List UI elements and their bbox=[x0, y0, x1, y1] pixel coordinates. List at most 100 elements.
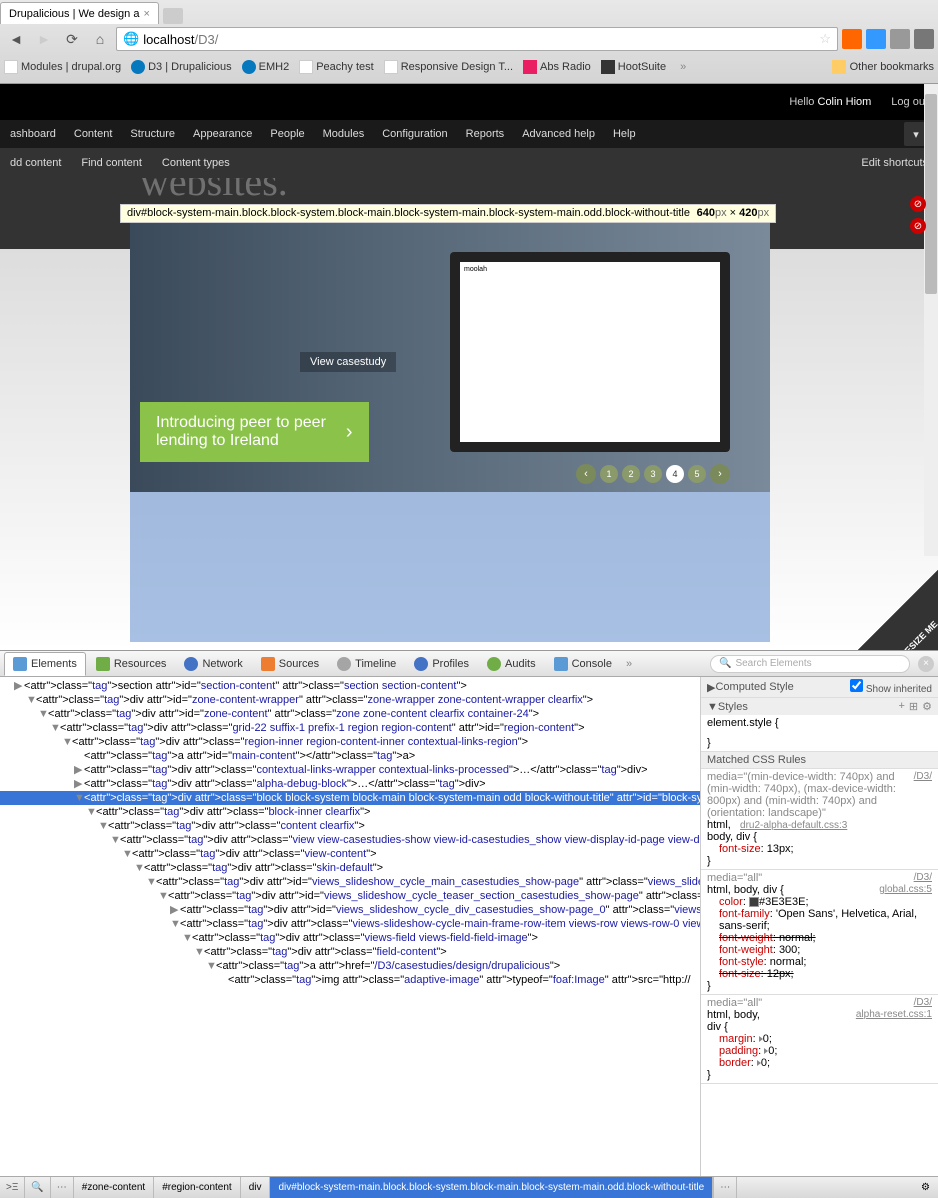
dom-node[interactable]: ▼<attr">class="tag">div attr">class="gri… bbox=[0, 721, 700, 735]
toggle-icon[interactable]: ⊞ bbox=[909, 700, 918, 713]
menu-dashboard[interactable]: ashboard bbox=[10, 128, 56, 140]
dom-node[interactable]: <attr">class="tag">a attr">id="main-cont… bbox=[0, 749, 700, 763]
tab-audits[interactable]: Audits bbox=[479, 653, 544, 675]
submenu-find-content[interactable]: Find content bbox=[81, 157, 142, 169]
tab-elements[interactable]: Elements bbox=[4, 652, 86, 676]
dom-node[interactable]: ▼<attr">class="tag">div attr">id="zone-c… bbox=[0, 707, 700, 721]
breadcrumb[interactable]: #region-content bbox=[154, 1177, 241, 1198]
pager-3[interactable]: 3 bbox=[644, 465, 662, 483]
dom-node[interactable]: ▼<attr">class="tag">div attr">class="con… bbox=[0, 819, 700, 833]
dom-node[interactable]: ▶<attr">class="tag">div attr">class="con… bbox=[0, 763, 700, 777]
pager-2[interactable]: 2 bbox=[622, 465, 640, 483]
dom-node[interactable]: ▶<attr">class="tag">div attr">id="views_… bbox=[0, 903, 700, 917]
dom-node[interactable]: ▼<attr">class="tag">div attr">class="blo… bbox=[0, 805, 700, 819]
other-bookmarks[interactable]: Other bookmarks bbox=[832, 60, 934, 74]
menu-modules[interactable]: Modules bbox=[323, 128, 365, 140]
pager-5[interactable]: 5 bbox=[688, 465, 706, 483]
ext-icon[interactable] bbox=[866, 29, 886, 49]
bookmark[interactable]: Responsive Design T... bbox=[384, 60, 513, 74]
pager-4[interactable]: 4 bbox=[666, 465, 684, 483]
dom-node[interactable]: ▼<attr">class="tag">div attr">class="vie… bbox=[0, 833, 700, 847]
star-icon[interactable]: ☆ bbox=[819, 31, 831, 47]
tab-resources[interactable]: Resources bbox=[88, 653, 175, 675]
dom-node[interactable]: ▼<attr">class="tag">div attr">class="reg… bbox=[0, 735, 700, 749]
bookmark[interactable]: D3 | Drupalicious bbox=[131, 60, 232, 74]
bookmark[interactable]: EMH2 bbox=[242, 60, 290, 74]
menu-help[interactable]: Help bbox=[613, 128, 636, 140]
menu-reports[interactable]: Reports bbox=[466, 128, 505, 140]
browser-tab[interactable]: Drupalicious | We design a × bbox=[0, 2, 159, 24]
back-button[interactable]: ◄ bbox=[4, 27, 28, 51]
breadcrumb[interactable]: #zone-content bbox=[74, 1177, 154, 1198]
styles-pane[interactable]: ▶ Computed Style Show inherited ▼ Styles… bbox=[700, 677, 938, 1176]
dom-node[interactable]: ▶<attr">class="tag">div attr">class="alp… bbox=[0, 777, 700, 791]
more-icon[interactable]: ⋯ bbox=[51, 1177, 74, 1198]
search-input[interactable]: 🔍 Search Elements bbox=[710, 655, 910, 673]
menu-structure[interactable]: Structure bbox=[130, 128, 175, 140]
styles-header[interactable]: ▼ Styles+⊞⚙ bbox=[701, 698, 938, 715]
more-icon[interactable]: ⋯ bbox=[713, 1177, 737, 1198]
tab-console[interactable]: Console bbox=[546, 653, 620, 675]
gear-icon[interactable]: ⚙ bbox=[913, 1182, 938, 1193]
pager-next[interactable]: › bbox=[710, 464, 730, 484]
dom-tree[interactable]: ▶<attr">class="tag">section attr">id="se… bbox=[0, 677, 700, 1176]
menu-content[interactable]: Content bbox=[74, 128, 113, 140]
url-bar[interactable]: 🌐 localhost/D3/ ☆ bbox=[116, 27, 838, 51]
close-icon[interactable]: × bbox=[918, 656, 934, 672]
tab-profiles[interactable]: Profiles bbox=[406, 653, 477, 675]
tab-sources[interactable]: Sources bbox=[253, 653, 327, 675]
resize-handle[interactable]: RESIZE ME bbox=[858, 570, 938, 650]
dom-node[interactable]: ▶<attr">class="tag">section attr">id="se… bbox=[0, 679, 700, 693]
dom-node[interactable]: <attr">class="tag">img attr">class="adap… bbox=[0, 973, 700, 987]
edit-shortcuts-link[interactable]: Edit shortcuts bbox=[861, 157, 928, 169]
bookmark[interactable]: Abs Radio bbox=[523, 60, 591, 74]
dom-node[interactable]: ▼<attr">class="tag">div attr">id="views_… bbox=[0, 889, 700, 903]
computed-style-header[interactable]: ▶ Computed Style Show inherited bbox=[701, 677, 938, 697]
show-inherited-checkbox[interactable] bbox=[850, 679, 863, 692]
inspect-icon[interactable]: 🔍 bbox=[25, 1177, 50, 1198]
tab-network[interactable]: Network bbox=[176, 653, 250, 675]
bookmark[interactable]: Modules | drupal.org bbox=[4, 60, 121, 74]
chevron-right-icon[interactable]: » bbox=[680, 61, 686, 73]
close-icon[interactable]: × bbox=[143, 8, 149, 20]
tab-timeline[interactable]: Timeline bbox=[329, 653, 404, 675]
menu-appearance[interactable]: Appearance bbox=[193, 128, 252, 140]
console-toggle[interactable]: >Ξ bbox=[0, 1177, 25, 1198]
dom-node[interactable]: ▼<attr">class="tag">div attr">id="views_… bbox=[0, 875, 700, 889]
scroll-thumb[interactable] bbox=[925, 94, 937, 294]
dom-node[interactable]: ▼<attr">class="tag">div attr">class="blo… bbox=[0, 791, 700, 805]
scrollbar[interactable] bbox=[924, 84, 938, 556]
add-icon[interactable]: + bbox=[898, 700, 904, 713]
dom-node[interactable]: ▼<attr">class="tag">div attr">id="zone-c… bbox=[0, 693, 700, 707]
reload-button[interactable]: ⟳ bbox=[60, 27, 84, 51]
submenu-add-content[interactable]: dd content bbox=[10, 157, 61, 169]
dom-node[interactable]: ▼<attr">class="tag">div attr">class="ski… bbox=[0, 861, 700, 875]
dom-node[interactable]: ▼<attr">class="tag">a attr">href="/D3/ca… bbox=[0, 959, 700, 973]
overflow-icon[interactable]: » bbox=[626, 658, 632, 670]
breadcrumb[interactable]: div bbox=[241, 1177, 271, 1198]
dom-node[interactable]: ▼<attr">class="tag">div attr">class="fie… bbox=[0, 945, 700, 959]
breadcrumb-active[interactable]: div#block-system-main.block.block-system… bbox=[270, 1177, 713, 1198]
menu-people[interactable]: People bbox=[270, 128, 304, 140]
menu-configuration[interactable]: Configuration bbox=[382, 128, 447, 140]
forward-button[interactable]: ► bbox=[32, 27, 56, 51]
submenu-content-types[interactable]: Content types bbox=[162, 157, 230, 169]
bookmark[interactable]: Peachy test bbox=[299, 60, 373, 74]
new-tab-button[interactable] bbox=[163, 8, 183, 24]
bookmark[interactable]: HootSuite bbox=[601, 60, 666, 74]
chevron-right-icon[interactable]: › bbox=[346, 421, 353, 444]
dom-node[interactable]: ▼<attr">class="tag">div attr">class="vie… bbox=[0, 931, 700, 945]
menu-advanced-help[interactable]: Advanced help bbox=[522, 128, 595, 140]
dom-node[interactable]: ▼<attr">class="tag">div attr">class="vie… bbox=[0, 917, 700, 931]
pager-prev[interactable]: ‹ bbox=[576, 464, 596, 484]
pager-1[interactable]: 1 bbox=[600, 465, 618, 483]
logout-link[interactable]: Log out bbox=[891, 96, 928, 108]
delete-icon[interactable]: ⊘ bbox=[910, 218, 926, 234]
delete-icon[interactable]: ⊘ bbox=[910, 196, 926, 212]
dom-node[interactable]: ▼<attr">class="tag">div attr">class="vie… bbox=[0, 847, 700, 861]
wrench-icon[interactable] bbox=[914, 29, 934, 49]
gear-icon[interactable]: ⚙ bbox=[922, 700, 932, 713]
ext-icon[interactable] bbox=[842, 29, 862, 49]
home-button[interactable]: ⌂ bbox=[88, 27, 112, 51]
view-casestudy-link[interactable]: View casestudy bbox=[300, 352, 396, 372]
